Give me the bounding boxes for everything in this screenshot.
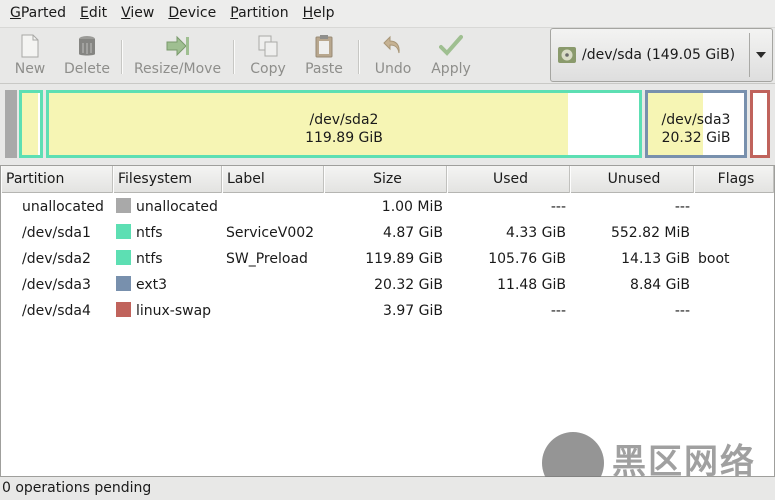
label-cell: SW_Preload — [226, 251, 308, 267]
copy-button[interactable]: Copy — [244, 34, 292, 80]
undo-button[interactable]: Undo — [369, 34, 417, 80]
filesystem-color-swatch — [116, 302, 131, 317]
device-selector[interactable]: /dev/sda (149.05 GiB) — [550, 28, 773, 82]
filesystem-cell: ntfs — [116, 220, 163, 246]
column-header-flags[interactable]: Flags — [694, 166, 774, 193]
filesystem-cell: linux-swap — [116, 298, 211, 324]
partition-table: Partition Filesystem Label Size Used Unu… — [0, 165, 775, 477]
trash-icon — [79, 36, 95, 56]
diskmap-sda2[interactable]: /dev/sda2 119.89 GiB — [46, 90, 642, 158]
column-header-unused[interactable]: Unused — [570, 166, 694, 193]
table-row[interactable]: /dev/sda3 ext3 20.32 GiB 11.48 GiB 8.84 … — [1, 272, 774, 298]
menu-edit[interactable]: Edit — [73, 0, 114, 27]
partition-name: /dev/sda2 — [22, 251, 91, 267]
partition-name: /dev/sda4 — [22, 303, 91, 319]
filesystem-color-swatch — [116, 224, 131, 239]
toolbar-separator — [233, 40, 235, 74]
filesystem-cell: ntfs — [116, 246, 163, 272]
diskmap-sda3-size: 20.32 GiB — [661, 130, 731, 146]
chevron-down-icon — [756, 52, 766, 58]
table-header: Partition Filesystem Label Size Used Unu… — [1, 166, 774, 193]
filesystem-color-swatch — [116, 198, 131, 213]
toolbar-separator — [358, 40, 360, 74]
diskmap-sda2-size: 119.89 GiB — [305, 130, 383, 146]
unused-cell: --- — [674, 199, 690, 215]
diskmap-unallocated[interactable] — [5, 90, 17, 158]
diskmap-sda1[interactable] — [19, 90, 43, 158]
filesystem-color-swatch — [116, 250, 131, 265]
resize-move-button[interactable]: Resize/Move — [130, 34, 225, 80]
size-cell: 3.97 GiB — [383, 303, 443, 319]
flags-cell: boot — [698, 251, 730, 267]
partition-name: unallocated — [22, 199, 104, 215]
used-cell: 105.76 GiB — [488, 251, 566, 267]
column-header-used[interactable]: Used — [447, 166, 570, 193]
menu-device[interactable]: Device — [161, 0, 223, 27]
filesystem-cell: ext3 — [116, 272, 167, 298]
menu-help[interactable]: Help — [296, 0, 342, 27]
used-cell: --- — [550, 199, 566, 215]
menu-gparted[interactable]: GParted — [3, 0, 73, 27]
unused-cell: 14.13 GiB — [621, 251, 690, 267]
size-cell: 20.32 GiB — [374, 277, 443, 293]
filesystem-cell: unallocated — [116, 194, 218, 220]
used-cell: 11.48 GiB — [497, 277, 566, 293]
harddisk-icon — [558, 47, 576, 63]
menubar: GParted Edit View Device Partition Help — [0, 0, 775, 27]
table-row[interactable]: unallocated unallocated 1.00 MiB --- --- — [1, 194, 774, 220]
menu-partition[interactable]: Partition — [223, 0, 295, 27]
table-row[interactable]: /dev/sda2 ntfs SW_Preload 119.89 GiB 105… — [1, 246, 774, 272]
menu-view[interactable]: View — [114, 0, 161, 27]
device-selector-value: /dev/sda (149.05 GiB) — [582, 47, 736, 63]
column-header-partition[interactable]: Partition — [1, 166, 113, 193]
status-bar: 0 operations pending — [0, 477, 775, 500]
used-cell: 4.33 GiB — [506, 225, 566, 241]
partition-name: /dev/sda1 — [22, 225, 91, 241]
delete-button[interactable]: Delete — [60, 34, 114, 80]
partition-name: /dev/sda3 — [22, 277, 91, 293]
used-cell: --- — [550, 303, 566, 319]
diskmap-sda2-name: /dev/sda2 — [309, 112, 379, 128]
column-header-size[interactable]: Size — [324, 166, 447, 193]
diskmap-sda3-name: /dev/sda3 — [661, 112, 731, 128]
clipboard-icon — [315, 35, 333, 58]
table-row[interactable]: /dev/sda1 ntfs ServiceV002 4.87 GiB 4.33… — [1, 220, 774, 246]
diskmap-sda4[interactable] — [750, 90, 770, 158]
unused-cell: 552.82 MiB — [610, 225, 690, 241]
checkmark-icon — [439, 35, 463, 56]
combo-separator — [749, 33, 750, 77]
new-document-icon — [21, 34, 39, 58]
apply-button[interactable]: Apply — [425, 34, 477, 80]
toolbar-separator — [121, 40, 123, 74]
resize-move-icon — [166, 35, 189, 57]
label-cell: ServiceV002 — [226, 225, 315, 241]
table-row[interactable]: /dev/sda4 linux-swap 3.97 GiB --- --- — [1, 298, 774, 324]
copy-icon — [258, 35, 278, 57]
new-button[interactable]: New — [8, 34, 52, 80]
size-cell: 119.89 GiB — [365, 251, 443, 267]
size-cell: 1.00 MiB — [381, 199, 443, 215]
size-cell: 4.87 GiB — [383, 225, 443, 241]
column-header-label[interactable]: Label — [222, 166, 324, 193]
disk-map: /dev/sda2 119.89 GiB /dev/sda3 20.32 GiB — [0, 84, 775, 162]
status-text: 0 operations pending — [2, 480, 152, 496]
unused-cell: 8.84 GiB — [630, 277, 690, 293]
filesystem-color-swatch — [116, 276, 131, 291]
undo-icon — [383, 35, 400, 54]
column-header-filesystem[interactable]: Filesystem — [113, 166, 222, 193]
unused-cell: --- — [674, 303, 690, 319]
paste-button[interactable]: Paste — [300, 34, 348, 80]
diskmap-sda3[interactable]: /dev/sda3 20.32 GiB — [645, 90, 747, 158]
